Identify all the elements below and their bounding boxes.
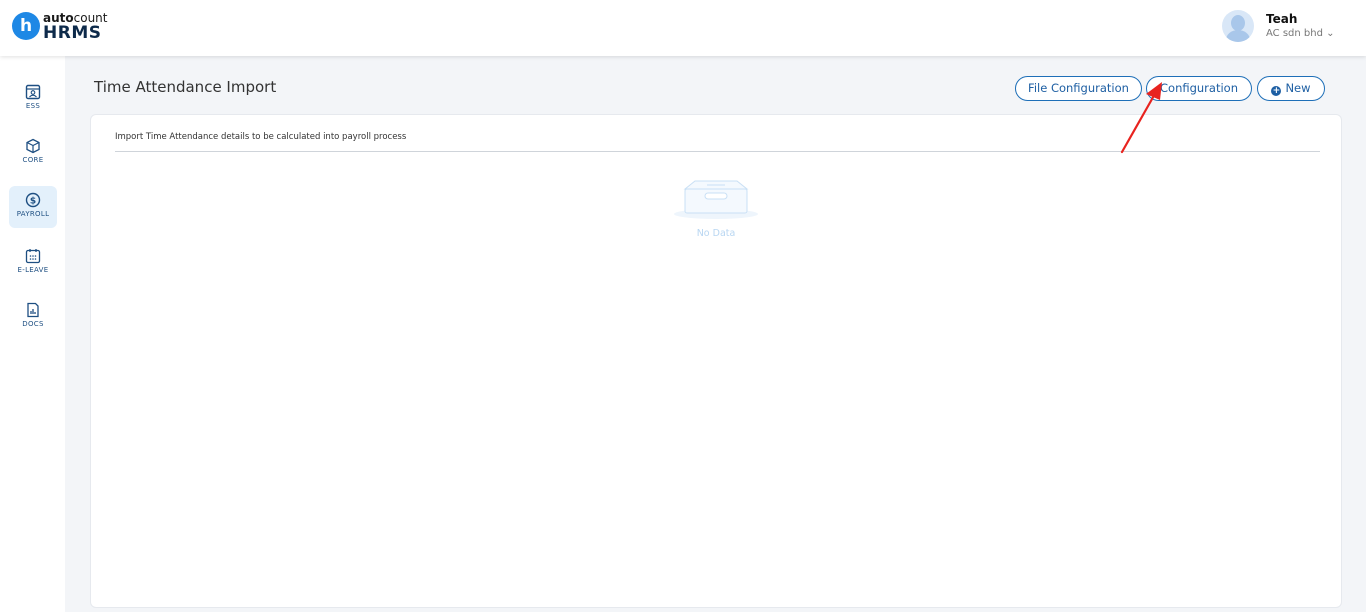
autocount-hrms-logo[interactable]: h autocount HRMS	[12, 10, 122, 46]
sidebar-item-ess[interactable]: ESS	[9, 78, 57, 120]
sidebar-item-label: E-LEAVE	[17, 266, 49, 274]
user-company: AC sdn bhd ⌄	[1266, 28, 1335, 39]
core-cube-icon	[26, 138, 40, 154]
document-icon	[27, 302, 39, 318]
logo-product-name: HRMS	[43, 23, 102, 43]
user-name: Teah	[1266, 12, 1298, 26]
sidebar-item-docs[interactable]: DOCS	[9, 296, 57, 338]
annotation-arrow-icon	[1120, 82, 1162, 154]
sidebar-item-label: ESS	[25, 102, 41, 110]
sidebar-item-payroll[interactable]: $ PAYROLL	[9, 186, 57, 228]
sidebar: ESS CORE $ PAYROLL E-LEAVE DOCS	[0, 56, 65, 612]
empty-box-icon	[674, 180, 758, 219]
sidebar-item-core[interactable]: CORE	[9, 132, 57, 174]
top-header: h autocount HRMS Teah AC sdn bhd ⌄	[0, 0, 1366, 56]
sidebar-item-label: CORE	[22, 156, 44, 164]
page-title: Time Attendance Import	[94, 78, 277, 96]
import-card: Import Time Attendance details to be cal…	[90, 114, 1342, 608]
avatar[interactable]	[1222, 10, 1254, 42]
plus-circle-icon: +	[1271, 86, 1282, 96]
user-menu[interactable]: Teah AC sdn bhd ⌄	[1222, 9, 1352, 47]
sidebar-item-e-leave[interactable]: E-LEAVE	[9, 242, 57, 284]
logo-mark-icon: h	[12, 12, 40, 40]
new-button[interactable]: + New	[1257, 76, 1325, 101]
calendar-icon	[25, 249, 41, 264]
page-description: Import Time Attendance details to be cal…	[115, 132, 407, 142]
sidebar-item-label: DOCS	[22, 320, 44, 328]
payroll-dollar-icon: $	[25, 192, 41, 208]
empty-state-text: No Data	[696, 228, 736, 239]
svg-text:$: $	[30, 197, 36, 207]
ess-icon	[25, 84, 41, 100]
sidebar-item-label: PAYROLL	[16, 210, 50, 218]
chevron-down-icon[interactable]: ⌄	[1326, 28, 1334, 39]
new-button-label: New	[1285, 81, 1311, 95]
